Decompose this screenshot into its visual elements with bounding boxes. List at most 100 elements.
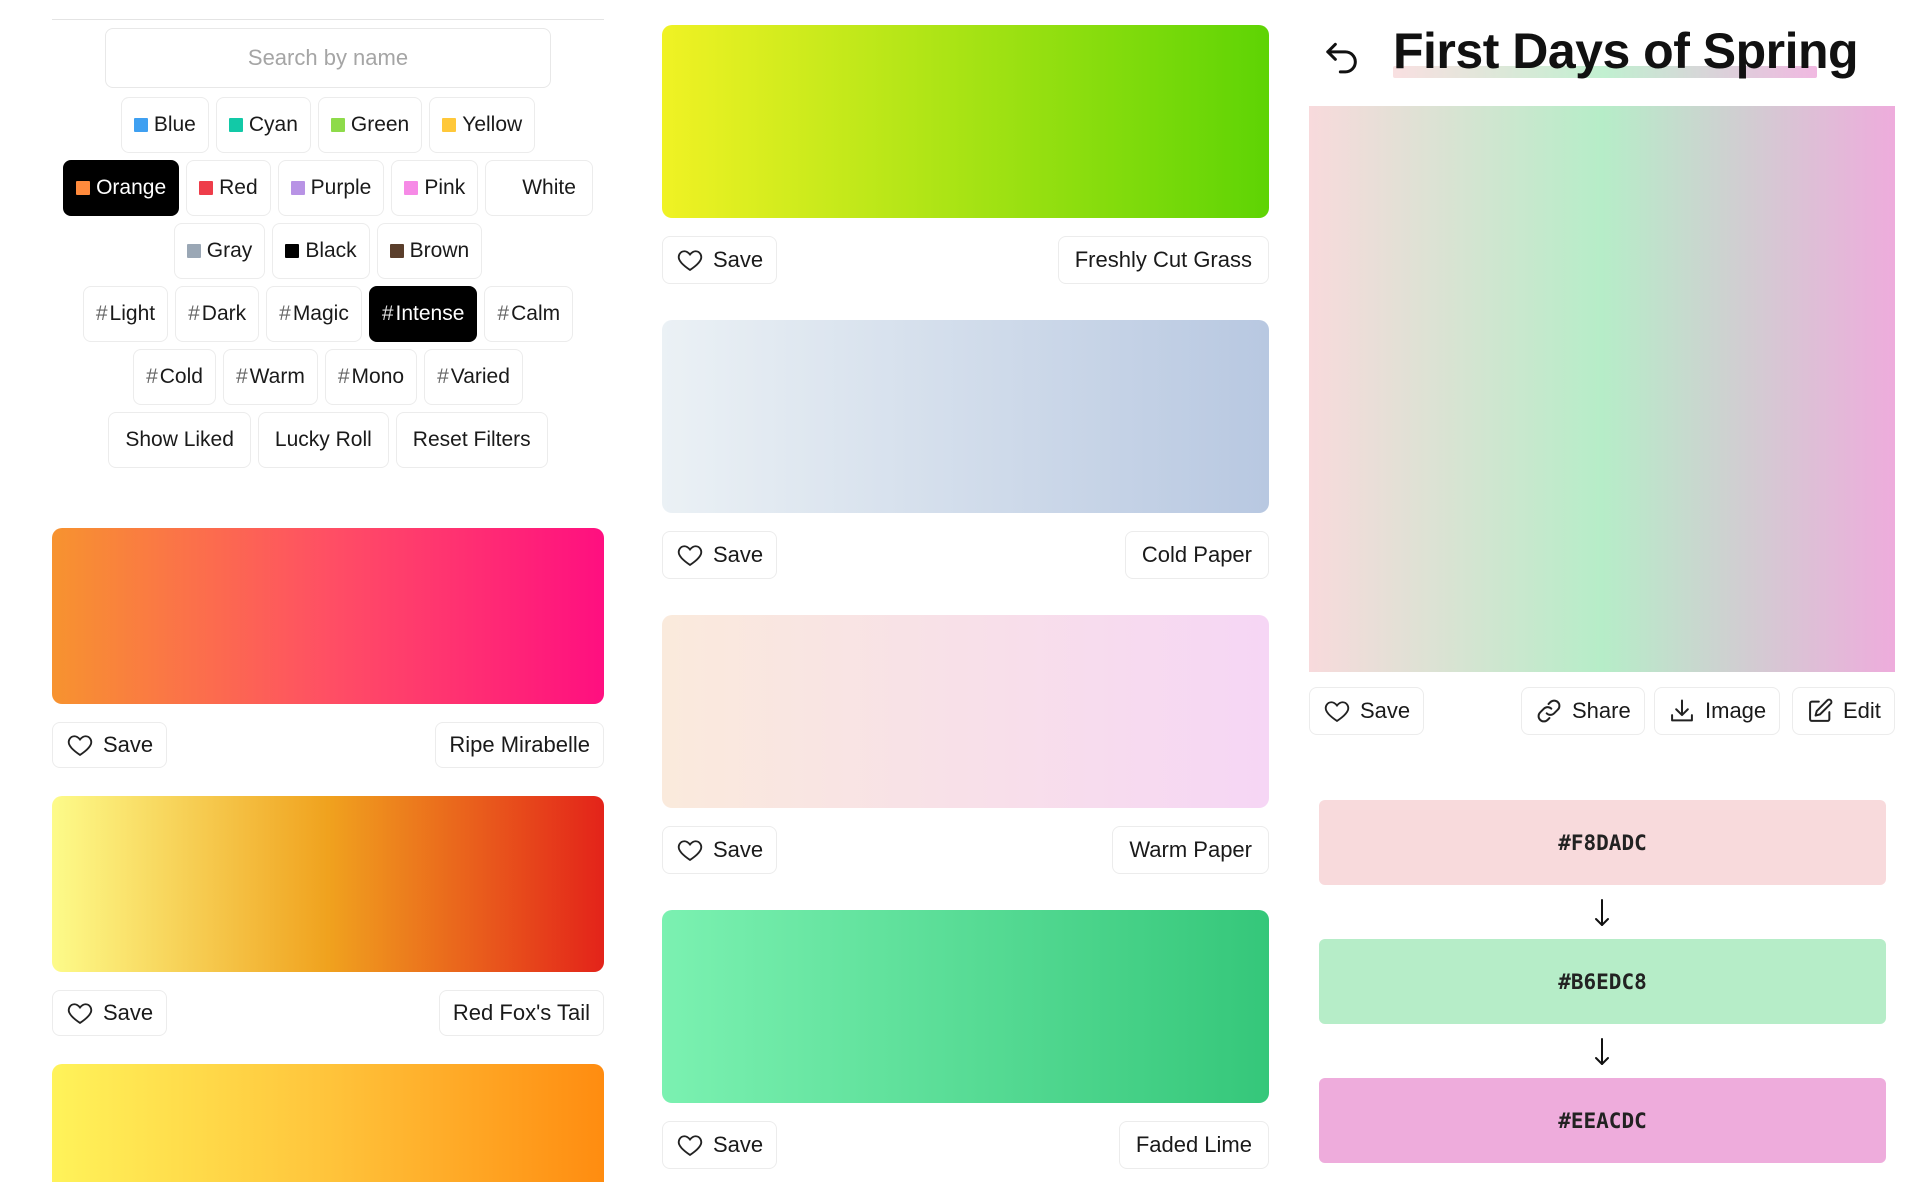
save-label: Save [713, 837, 764, 862]
chip-label: White [522, 176, 576, 199]
hash-icon: # [95, 302, 108, 325]
chip-label: Cold [159, 365, 203, 388]
gradient-preview[interactable] [662, 25, 1269, 218]
show-liked-button[interactable]: Show Liked [108, 412, 251, 468]
tag-chip-mono[interactable]: # Mono [324, 349, 418, 405]
arrow-down-icon [1595, 899, 1609, 926]
color-chip-yellow[interactable]: Yellow [429, 97, 536, 153]
button-label: Lucky Roll [274, 428, 372, 451]
color-chip-purple[interactable]: Purple [277, 160, 385, 216]
hash-icon: # [381, 302, 394, 325]
gradient-card: Save Red Fox's Tail [52, 796, 604, 1036]
page-title: First Days of Spring [1393, 23, 1859, 79]
gradient-preview[interactable] [662, 615, 1269, 808]
hash-icon: # [146, 365, 158, 388]
gradient-card: Save Ripe Mirabelle [52, 528, 604, 768]
green-swatch-icon [330, 118, 345, 132]
hash-icon: # [279, 302, 291, 325]
color-chip-orange[interactable]: Orange [63, 160, 180, 216]
save-button[interactable]: Save [662, 531, 778, 579]
gradient-name-button[interactable]: Ripe Mirabelle [435, 722, 604, 768]
heart-icon [677, 250, 703, 272]
purple-swatch-icon [290, 181, 305, 195]
heart-icon [677, 840, 703, 862]
save-button[interactable]: Save [662, 826, 778, 874]
arrow-down-icon [1595, 1038, 1609, 1065]
lucky-roll-button[interactable]: Lucky Roll [257, 412, 389, 468]
hash-icon: # [337, 365, 350, 388]
tag-chip-intense[interactable]: # Intense [368, 286, 478, 342]
yellow-swatch-icon [442, 118, 457, 132]
save-label: Save [713, 1132, 764, 1157]
gradient-name-button[interactable]: Faded Lime [1118, 1121, 1269, 1169]
color-stop-hex: #B6EDC8 [1558, 969, 1647, 994]
chip-label: Yellow [462, 113, 523, 136]
search-input[interactable] [105, 28, 551, 88]
color-chip-red[interactable]: Red [186, 160, 271, 216]
tag-chip-varied[interactable]: # Varied [424, 349, 523, 405]
gradient-name: Warm Paper [1129, 837, 1252, 862]
gradient-large-preview[interactable] [1309, 106, 1895, 672]
button-label: Reset Filters [412, 428, 531, 451]
save-button[interactable]: Save [52, 990, 168, 1036]
heart-icon [1324, 701, 1350, 723]
gradient-name: Freshly Cut Grass [1074, 247, 1252, 272]
color-chip-white[interactable]: White [485, 160, 593, 216]
chip-label: Red [219, 176, 258, 199]
color-filter-row-1: Blue Cyan Green Yellow [52, 97, 604, 153]
color-chip-brown[interactable]: Brown [376, 223, 483, 279]
chip-label: Warm [249, 365, 305, 388]
tag-chip-calm[interactable]: # Calm [484, 286, 574, 342]
color-chip-black[interactable]: Black [272, 223, 370, 279]
cyan-swatch-icon [228, 118, 243, 132]
color-stop-1[interactable]: #F8DADC [1319, 800, 1886, 885]
image-download-button[interactable]: Image [1654, 687, 1781, 735]
gradient-preview[interactable] [662, 320, 1269, 513]
card-actions: Save Red Fox's Tail [52, 990, 604, 1036]
share-button[interactable]: Share [1521, 687, 1645, 735]
gradient-name-button[interactable]: Warm Paper [1112, 826, 1269, 874]
gradient-preview[interactable] [52, 1064, 604, 1182]
card-actions: Save Faded Lime [662, 1121, 1269, 1169]
hash-icon: # [497, 302, 510, 325]
top-divider [52, 19, 604, 20]
heart-icon [67, 1003, 93, 1025]
chip-label: Cyan [248, 113, 298, 136]
edit-icon [1809, 698, 1833, 722]
hash-icon: # [235, 365, 248, 388]
color-chip-cyan[interactable]: Cyan [215, 97, 311, 153]
color-filter-row-3: Gray Black Brown [52, 223, 604, 279]
gradient-name-button[interactable]: Cold Paper [1124, 531, 1269, 579]
color-stop-hex: #F8DADC [1558, 830, 1647, 855]
save-button[interactable]: Save [662, 1121, 778, 1169]
gradient-name-button[interactable]: Red Fox's Tail [438, 990, 604, 1036]
tag-chip-dark[interactable]: # Dark [175, 286, 260, 342]
tag-chip-warm[interactable]: # Warm [222, 349, 318, 405]
save-label: Save [103, 1000, 154, 1025]
gray-swatch-icon [186, 244, 201, 258]
color-stop-2[interactable]: #B6EDC8 [1319, 939, 1886, 1024]
save-button[interactable]: Save [1309, 687, 1425, 735]
color-chip-pink[interactable]: Pink [391, 160, 479, 216]
color-chip-gray[interactable]: Gray [173, 223, 266, 279]
save-button[interactable]: Save [52, 722, 168, 768]
edit-button[interactable]: Edit [1792, 687, 1895, 735]
color-chip-blue[interactable]: Blue [120, 97, 209, 153]
save-button[interactable]: Save [662, 236, 778, 284]
gradient-preview[interactable] [662, 910, 1269, 1103]
gradient-preview[interactable] [52, 528, 604, 704]
undo-arrow-icon[interactable] [1322, 36, 1362, 76]
color-stop-3[interactable]: #EEACDC [1319, 1078, 1886, 1163]
heart-icon [677, 1135, 703, 1157]
tag-chip-magic[interactable]: # Magic [266, 286, 362, 342]
gradient-name-button[interactable]: Freshly Cut Grass [1057, 236, 1269, 284]
tag-chip-cold[interactable]: # Cold [133, 349, 216, 405]
heart-icon [67, 735, 93, 757]
card-actions: Save Ripe Mirabelle [52, 722, 604, 768]
reset-filters-button[interactable]: Reset Filters [395, 412, 548, 468]
gradient-preview[interactable] [52, 796, 604, 972]
tag-chip-light[interactable]: # Light [82, 286, 169, 342]
color-chip-green[interactable]: Green [317, 97, 423, 153]
chip-label: Dark [201, 302, 247, 325]
gradient-card [52, 1064, 604, 1182]
